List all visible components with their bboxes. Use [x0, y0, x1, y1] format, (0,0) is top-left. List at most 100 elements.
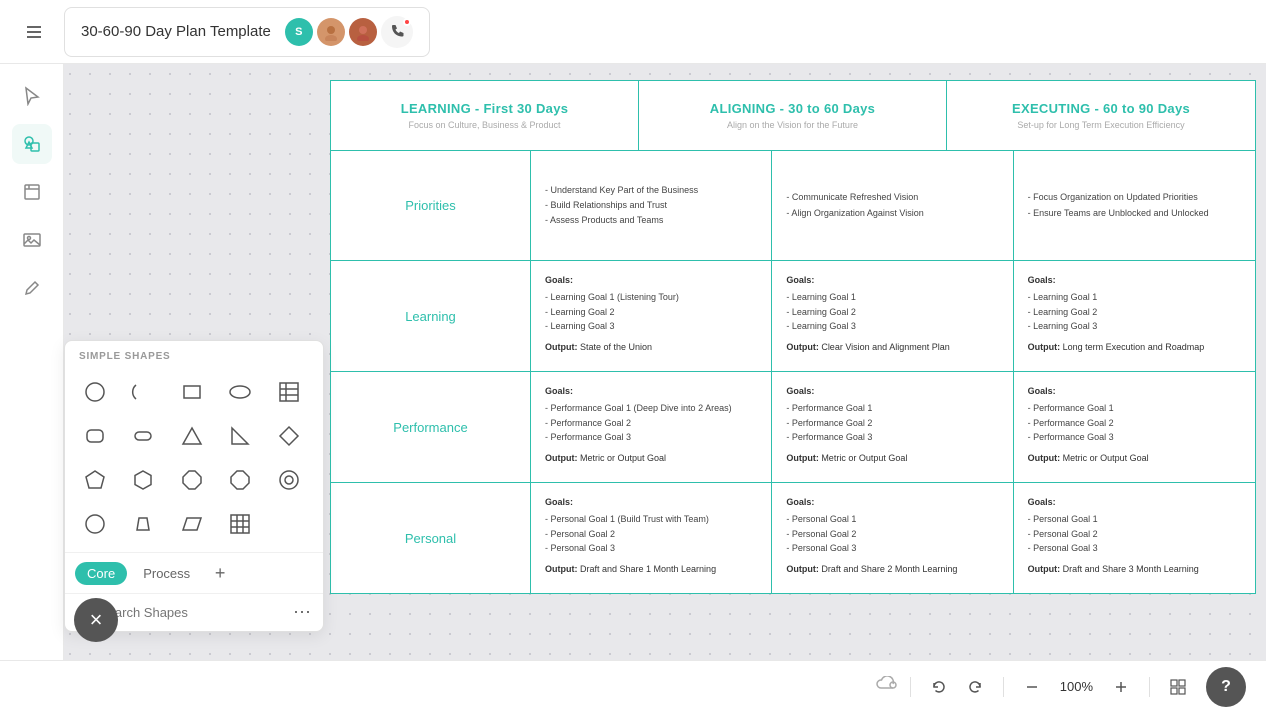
separator-2 [1003, 677, 1004, 697]
shape-rectangle[interactable] [172, 372, 212, 412]
tab-process[interactable]: Process [131, 562, 202, 585]
learning-label-cell: Learning [331, 261, 531, 371]
sidebar-frame-icon[interactable] [12, 172, 52, 212]
shape-circle[interactable] [75, 372, 115, 412]
priorities-text-2: - Communicate Refreshed Vision - Align O… [786, 190, 923, 221]
learning-label: Learning [405, 309, 456, 324]
priorities-row: Priorities - Understand Key Part of the … [331, 151, 1255, 261]
shape-hexagon[interactable] [123, 460, 163, 500]
priorities-text-3: - Focus Organization on Updated Prioriti… [1028, 190, 1209, 221]
personal-label: Personal [405, 531, 456, 546]
topbar: 30-60-90 Day Plan Template S [0, 0, 1266, 64]
learning-goals-3-items: - Learning Goal 1- Learning Goal 2- Lear… [1028, 290, 1241, 333]
header-col-1: LEARNING - First 30 Days Focus on Cultur… [331, 81, 639, 150]
sidebar-shapes-icon[interactable] [12, 124, 52, 164]
shape-circle2[interactable] [75, 504, 115, 544]
learning-goals-2-items: - Learning Goal 1- Learning Goal 2- Lear… [786, 290, 998, 333]
call-button[interactable] [381, 16, 413, 48]
priorities-label-cell: Priorities [331, 151, 531, 260]
phase-2-subtitle: Align on the Vision for the Future [655, 120, 930, 130]
zoom-out-button[interactable] [1016, 671, 1048, 703]
help-button[interactable]: ? [1206, 667, 1246, 707]
grid-toggle-button[interactable] [1162, 671, 1194, 703]
bottom-bar: 100% ? [0, 660, 1266, 712]
add-tab-button[interactable]: + [206, 559, 234, 587]
priorities-cell-2: - Communicate Refreshed Vision - Align O… [772, 151, 1013, 260]
shape-stadium[interactable] [123, 416, 163, 456]
shape-right-triangle[interactable] [220, 416, 260, 456]
learning-cell-1: Goals: - Learning Goal 1 (Listening Tour… [531, 261, 772, 371]
shape-rounded-rect[interactable] [75, 416, 115, 456]
performance-label-cell: Performance [331, 372, 531, 482]
shapes-grid [65, 368, 323, 548]
zoom-in-button[interactable] [1105, 671, 1137, 703]
plan-table: LEARNING - First 30 Days Focus on Cultur… [330, 80, 1256, 594]
performance-row: Performance Goals: - Performance Goal 1 … [331, 372, 1255, 483]
shape-parallelogram[interactable] [172, 504, 212, 544]
avatar-group: S [285, 16, 413, 48]
shapes-panel: SIMPLE SHAPES Core Process + [64, 340, 324, 632]
redo-button[interactable] [959, 671, 991, 703]
sidebar-draw-icon[interactable] [12, 268, 52, 308]
personal-row: Personal Goals: - Personal Goal 1 (Build… [331, 483, 1255, 593]
sidebar-cursor-icon[interactable] [12, 76, 52, 116]
learning-goals-1-items: - Learning Goal 1 (Listening Tour)- Lear… [545, 290, 757, 333]
document-title: 30-60-90 Day Plan Template [81, 23, 271, 40]
left-sidebar [0, 64, 64, 712]
learning-output-1: Output: State of the Union [545, 340, 757, 354]
learning-row: Learning Goals: - Learning Goal 1 (Liste… [331, 261, 1255, 372]
shapes-more-button[interactable]: ⋯ [293, 602, 311, 623]
avatar-1: S [285, 18, 313, 46]
avatar-3 [349, 18, 377, 46]
shape-octagon[interactable] [220, 460, 260, 500]
learning-goals-2-title: Goals: [786, 273, 998, 287]
phase-1-subtitle: Focus on Culture, Business & Product [347, 120, 622, 130]
learning-goals-3-title: Goals: [1028, 273, 1241, 287]
search-shapes-input[interactable] [99, 605, 285, 620]
performance-cell-3: Goals: - Performance Goal 1- Performance… [1014, 372, 1255, 482]
learning-cell-3: Goals: - Learning Goal 1- Learning Goal … [1014, 261, 1255, 371]
performance-cell-1: Goals: - Performance Goal 1 (Deep Dive i… [531, 372, 772, 482]
phase-2-title: ALIGNING - 30 to 60 Days [655, 101, 930, 116]
phase-3-title: EXECUTING - 60 to 90 Days [963, 101, 1239, 116]
table-body: Priorities - Understand Key Part of the … [330, 151, 1256, 594]
learning-cell-2: Goals: - Learning Goal 1- Learning Goal … [772, 261, 1013, 371]
learning-output-3: Output: Long term Execution and Roadmap [1028, 340, 1241, 354]
tab-core[interactable]: Core [75, 562, 127, 585]
phase-3-subtitle: Set-up for Long Term Execution Efficienc… [963, 120, 1239, 130]
shape-ellipse[interactable] [220, 372, 260, 412]
shape-diamond[interactable] [269, 416, 309, 456]
shapes-tabs: Core Process + [65, 552, 323, 593]
shape-table[interactable] [269, 372, 309, 412]
menu-button[interactable] [16, 14, 52, 50]
undo-button[interactable] [923, 671, 955, 703]
table-header-row: LEARNING - First 30 Days Focus on Cultur… [330, 80, 1256, 151]
cloud-controls [876, 676, 898, 697]
priorities-label: Priorities [405, 198, 456, 213]
fab-close-button[interactable]: × [74, 598, 118, 642]
shape-pentagon[interactable] [75, 460, 115, 500]
shapes-panel-header: SIMPLE SHAPES [65, 341, 323, 368]
document-title-box: 30-60-90 Day Plan Template S [64, 7, 430, 57]
shape-octagon-sm[interactable] [172, 460, 212, 500]
performance-label: Performance [393, 420, 467, 435]
learning-output-2: Output: Clear Vision and Alignment Plan [786, 340, 998, 354]
sidebar-image-icon[interactable] [12, 220, 52, 260]
shape-arc[interactable] [123, 372, 163, 412]
personal-cell-3: Goals: - Personal Goal 1- Personal Goal … [1014, 483, 1255, 593]
separator-3 [1149, 677, 1150, 697]
undo-redo-controls [923, 671, 991, 703]
personal-label-cell: Personal [331, 483, 531, 593]
shape-trapezoid[interactable] [123, 504, 163, 544]
phase-1-title: LEARNING - First 30 Days [347, 101, 622, 116]
zoom-level: 100% [1060, 679, 1093, 694]
learning-goals-1-title: Goals: [545, 273, 757, 287]
shape-triangle[interactable] [172, 416, 212, 456]
shape-grid[interactable] [220, 504, 260, 544]
priorities-cell-3: - Focus Organization on Updated Prioriti… [1014, 151, 1255, 260]
performance-cell-2: Goals: - Performance Goal 1- Performance… [772, 372, 1013, 482]
cloud-icon [876, 676, 898, 697]
priorities-text-1: - Understand Key Part of the Business - … [545, 183, 698, 229]
shape-ring[interactable] [269, 460, 309, 500]
separator-1 [910, 677, 911, 697]
